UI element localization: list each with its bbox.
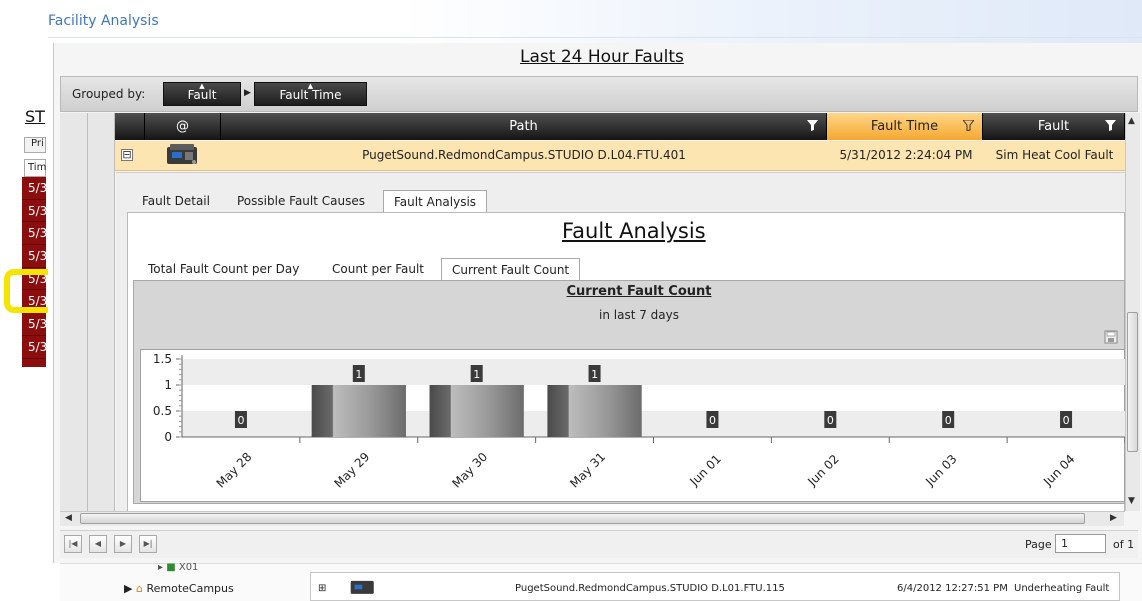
- scroll-left-icon[interactable]: ◀: [65, 513, 72, 523]
- grouped-by-label: Grouped by:: [72, 87, 146, 101]
- tree-item-label: RemoteCampus: [146, 582, 234, 595]
- data-label: 0: [1063, 414, 1070, 427]
- group-chip-label: Fault Time: [279, 88, 342, 102]
- horizontal-scroll-thumb[interactable]: [80, 513, 1085, 524]
- list-item[interactable]: 5/3: [22, 313, 47, 336]
- data-label: 0: [237, 414, 244, 427]
- y-tick-label: 1: [164, 378, 172, 392]
- first-page-button[interactable]: |◀: [64, 535, 82, 553]
- tab-fault-analysis[interactable]: Fault Analysis: [383, 190, 488, 213]
- subtab-total-fault-count[interactable]: Total Fault Count per Day: [138, 258, 309, 280]
- device-icon: [350, 580, 374, 594]
- group-chip-fault[interactable]: ▲ Fault: [163, 82, 241, 106]
- left-panel-heading: ST: [25, 107, 45, 126]
- row-fault-time: 5/31/2012 2:24:04 PM: [839, 148, 973, 162]
- tab-possible-fault-causes[interactable]: Possible Fault Causes: [227, 190, 375, 213]
- row-fault: Sim Heat Cool Fault: [995, 148, 1114, 162]
- column-header-label: Path: [509, 119, 538, 134]
- page-input[interactable]: 1: [1055, 534, 1106, 553]
- column-header-fault[interactable]: Fault: [983, 113, 1125, 140]
- tree-item[interactable]: ▸ ■ X01: [158, 562, 198, 573]
- plot-band: [182, 359, 1125, 385]
- x-tick-label: May 31: [567, 450, 608, 491]
- expand-button[interactable]: ⊞: [318, 583, 326, 594]
- chart-title: Current Fault Count: [566, 284, 712, 299]
- collapse-button[interactable]: ⊟: [121, 149, 133, 161]
- chart-subtitle: in last 7 days: [599, 308, 679, 322]
- list-item[interactable]: 5/3: [22, 336, 47, 359]
- data-label: 1: [591, 368, 598, 381]
- group-gutter: [60, 113, 88, 513]
- subtab-current-fault-count[interactable]: Current Fault Count: [441, 258, 581, 280]
- chevron-right-icon: ▶: [244, 88, 251, 98]
- x-tick-label: May 29: [332, 450, 373, 491]
- grid-header-spacer: [115, 113, 145, 140]
- sort-up-icon: ▲: [199, 82, 205, 90]
- x-tick-label: May 30: [449, 450, 490, 491]
- y-tick-label: 0.5: [153, 404, 172, 418]
- scroll-right-icon[interactable]: ▶: [1110, 513, 1117, 523]
- page-label: Page: [1025, 538, 1052, 551]
- scroll-up-icon[interactable]: ▲: [1128, 116, 1135, 126]
- next-page-button[interactable]: ▶: [114, 535, 132, 553]
- filter-icon[interactable]: [963, 120, 974, 131]
- left-panel-column-header[interactable]: Tim: [24, 159, 46, 177]
- subtab-count-per-fault[interactable]: Count per Fault: [322, 258, 434, 280]
- list-item[interactable]: 5/3: [22, 177, 47, 200]
- list-item[interactable]: 5/3: [22, 200, 47, 223]
- y-tick-label: 0: [164, 430, 172, 444]
- list-item[interactable]: 5/3: [22, 222, 47, 246]
- x-tick-label: Jun 01: [687, 452, 724, 489]
- pager: [60, 530, 1138, 558]
- group-chip-label: Fault: [187, 88, 217, 102]
- row-fault: Underheating Fault: [1014, 583, 1110, 594]
- row-path: PugetSound.RedmondCampus.STUDIO D.L04.FT…: [362, 148, 686, 162]
- tree-item-remote-campus[interactable]: ▶ ⌂ RemoteCampus: [124, 582, 234, 595]
- column-header-label: @: [176, 119, 189, 134]
- tab-fault-detail[interactable]: Fault Detail: [132, 190, 220, 213]
- page-count: of 1: [1113, 538, 1135, 551]
- highlight-marker: [4, 269, 48, 313]
- data-label: 1: [473, 368, 480, 381]
- column-header-path[interactable]: Path: [221, 113, 827, 140]
- filter-icon[interactable]: [1105, 120, 1116, 131]
- data-label: 0: [827, 414, 834, 427]
- tree-item-label: X01: [178, 562, 199, 573]
- x-tick-label: Jun 02: [804, 452, 841, 489]
- group-gutter: [88, 113, 115, 513]
- divider: [48, 37, 1142, 38]
- scroll-down-icon[interactable]: ▼: [1128, 496, 1135, 506]
- fault-analysis-title: Fault Analysis: [562, 219, 706, 243]
- column-header-label: Fault: [1037, 119, 1070, 134]
- filter-icon[interactable]: [807, 120, 818, 131]
- column-header-at[interactable]: @: [145, 113, 221, 140]
- group-chip-fault-time[interactable]: ▲ Fault Time: [254, 82, 367, 106]
- export-icon[interactable]: [1104, 330, 1118, 344]
- bar: [547, 385, 642, 437]
- device-icon: [167, 144, 197, 164]
- sort-up-icon: ▲: [307, 82, 314, 90]
- x-tick-label: Jun 03: [922, 452, 959, 489]
- app-title: Facility Analysis: [48, 13, 159, 29]
- last-page-button[interactable]: ▶|: [139, 535, 157, 553]
- column-header-fault-time[interactable]: Fault Time: [827, 113, 983, 140]
- bar: [311, 385, 406, 437]
- data-label: 0: [945, 414, 952, 427]
- bar: [429, 385, 524, 437]
- fault-count-chart: 0 0.5 1 1.5 0 May 28 1 May 29 1 May 30 1 May 31 0 Jun…: [153, 352, 1125, 491]
- row-path: PugetSound.RedmondCampus.STUDIO D.L01.FT…: [515, 583, 785, 594]
- x-tick-label: Jun 04: [1040, 452, 1077, 489]
- row-fault-time: 6/4/2012 12:27:51 PM: [897, 583, 1008, 594]
- x-tick-label: May 28: [214, 450, 255, 491]
- previous-page-button[interactable]: ◀: [89, 535, 107, 553]
- list-item[interactable]: 5/3: [22, 245, 47, 268]
- column-header-label: Fault Time: [870, 119, 939, 134]
- y-tick-label: 1.5: [153, 352, 172, 366]
- left-panel-button[interactable]: Pri: [24, 137, 46, 153]
- data-label: 1: [355, 368, 362, 381]
- panel-title: Last 24 Hour Faults: [520, 47, 684, 67]
- data-label: 0: [709, 414, 716, 427]
- vertical-scroll-thumb[interactable]: [1127, 312, 1138, 452]
